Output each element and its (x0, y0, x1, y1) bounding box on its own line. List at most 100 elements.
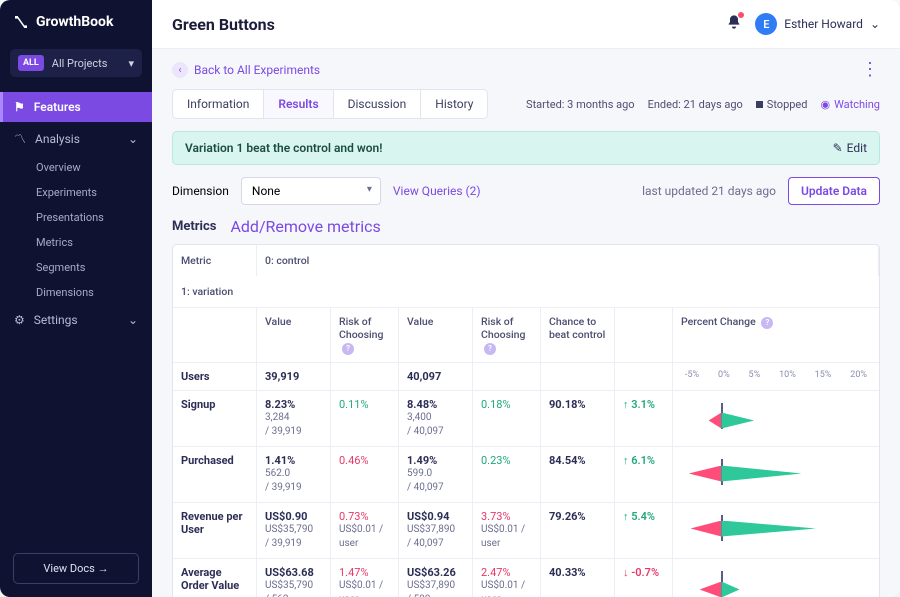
value-control: US$63.68US$35,790/ 562 (257, 559, 331, 597)
result-banner: Variation 1 beat the control and won! ✎E… (172, 131, 880, 165)
risk-control: 1.47%US$0.01 / user (331, 559, 399, 597)
banner-text: Variation 1 beat the control and won! (185, 141, 382, 155)
value-variation: US$0.94US$37,890/ 40,097 (399, 503, 473, 558)
risk-control: 0.46% (331, 447, 399, 502)
col-variation: 1: variation (173, 276, 879, 307)
gear-icon: ⚙ (14, 313, 25, 327)
delta: ↓ -0.7% (615, 559, 673, 597)
chance: 40.33% (541, 559, 615, 597)
sidebar-item-segments[interactable]: Segments (0, 255, 152, 280)
metrics-heading: Metrics (172, 219, 216, 234)
chance: 84.54% (541, 447, 615, 502)
dimension-select[interactable]: None (241, 177, 381, 205)
avatar: E (755, 13, 777, 35)
col-metric: Metric (173, 245, 257, 276)
col-value-1: Value (399, 308, 473, 362)
notification-dot (738, 12, 744, 18)
risk-control: 0.11% (331, 391, 399, 446)
risk-variation: 2.47%US$0.01 / user (473, 559, 541, 597)
nav-analysis-label: Analysis (35, 132, 80, 146)
col-value-0: Value (257, 308, 331, 362)
chance: 79.26% (541, 503, 615, 558)
tab-information[interactable]: Information (173, 90, 264, 118)
chance: 90.18% (541, 391, 615, 446)
col-pct: Percent Change ? (673, 308, 879, 362)
risk-control: 0.73%US$0.01 / user (331, 503, 399, 558)
value-variation: US$63.26US$37,890/ 599 (399, 559, 473, 597)
nav-settings[interactable]: ⚙ Settings ⌄ (0, 305, 152, 335)
sidebar-item-presentations[interactable]: Presentations (0, 205, 152, 230)
watching-toggle[interactable]: ◉Watching (820, 98, 880, 111)
user-menu[interactable]: E Esther Howard ⌄ (755, 13, 880, 35)
risk-variation: 3.73%US$0.01 / user (473, 503, 541, 558)
eye-icon: ◉ (820, 98, 830, 111)
flag-icon: ⚑ (14, 100, 25, 114)
add-remove-metrics-link[interactable]: Add/Remove metrics (230, 217, 380, 236)
nav-features-label: Features (34, 100, 81, 114)
users-control: 39,919 (257, 363, 331, 390)
delta: ↑ 6.1% (615, 447, 673, 502)
col-risk-0: Risk of Choosing ? (331, 308, 399, 362)
user-name: Esther Howard (784, 17, 863, 31)
chevron-down-icon: ⌄ (128, 313, 138, 327)
metric-name: Revenue per User (173, 503, 257, 558)
metric-name: Purchased (173, 447, 257, 502)
delta: ↑ 5.4% (615, 503, 673, 558)
axis-cell: -5%0%5%10%15%20% (673, 363, 879, 390)
pencil-icon: ✎ (833, 141, 843, 155)
sidebar-item-overview[interactable]: Overview (0, 155, 152, 180)
table-row: Average Order ValueUS$63.68US$35,790/ 56… (173, 559, 879, 597)
status-ended: Ended: 21 days ago (648, 98, 743, 111)
delta: ↑ 3.1% (615, 391, 673, 446)
edit-button[interactable]: ✎Edit (833, 141, 867, 155)
table-row: Signup8.23%3,284/ 39,9190.11%8.48%3,400/… (173, 391, 879, 447)
sidebar-item-dimensions[interactable]: Dimensions (0, 280, 152, 305)
metric-name: Average Order Value (173, 559, 257, 597)
nav-features[interactable]: ⚑ Features (0, 92, 152, 122)
more-menu-button[interactable]: ⋮ (861, 61, 880, 79)
view-queries-link[interactable]: View Queries (2) (393, 184, 481, 198)
violin-cell (673, 559, 879, 597)
table-row: Revenue per UserUS$0.90US$35,790/ 39,919… (173, 503, 879, 559)
value-control: 1.41%562.0/ 39,919 (257, 447, 331, 502)
stop-icon (756, 101, 763, 108)
sidebar-item-experiments[interactable]: Experiments (0, 180, 152, 205)
users-variation: 40,097 (399, 363, 473, 390)
col-control: 0: control (257, 245, 879, 276)
brand-logo: GrowthBook (0, 0, 152, 44)
table-row: Users39,919 40,097 -5%0%5%10%15%20% (173, 363, 879, 391)
value-control: 8.23%3,284/ 39,919 (257, 391, 331, 446)
dimension-label: Dimension (172, 184, 229, 198)
update-data-button[interactable]: Update Data (788, 177, 880, 205)
tab-results[interactable]: Results (264, 90, 333, 118)
back-link[interactable]: ‹ Back to All Experiments (172, 62, 320, 78)
page-title: Green Buttons (172, 15, 275, 34)
tab-history[interactable]: History (421, 90, 487, 118)
status-state: Stopped (756, 98, 808, 111)
chevron-down-icon: ▾ (128, 57, 134, 70)
last-updated: last updated 21 days ago (642, 184, 776, 198)
chart-icon: 〽 (14, 130, 26, 147)
risk-variation: 0.18% (473, 391, 541, 446)
back-label: Back to All Experiments (194, 63, 320, 77)
violin-cell (673, 503, 879, 558)
view-docs-button[interactable]: View Docs → (13, 553, 139, 584)
metric-name: Users (173, 363, 257, 390)
project-selector[interactable]: ALL All Projects ▾ (10, 49, 142, 77)
notifications-button[interactable] (726, 14, 742, 34)
value-variation: 1.49%599.0/ 40,097 (399, 447, 473, 502)
logo-icon (13, 14, 29, 30)
col-chance: Chance to beat control (541, 308, 615, 362)
sidebar-item-metrics[interactable]: Metrics (0, 230, 152, 255)
chevron-down-icon: ⌄ (870, 17, 880, 31)
violin-cell (673, 391, 879, 446)
metric-name: Signup (173, 391, 257, 446)
risk-variation: 0.23% (473, 447, 541, 502)
nav-settings-label: Settings (34, 313, 78, 327)
tab-discussion[interactable]: Discussion (334, 90, 422, 118)
brand-name: GrowthBook (36, 14, 113, 30)
status-started: Started: 3 months ago (526, 98, 635, 111)
nav-analysis[interactable]: 〽 Analysis ⌄ (0, 122, 152, 155)
col-risk-1: Risk of Choosing ? (473, 308, 541, 362)
value-variation: 8.48%3,400/ 40,097 (399, 391, 473, 446)
